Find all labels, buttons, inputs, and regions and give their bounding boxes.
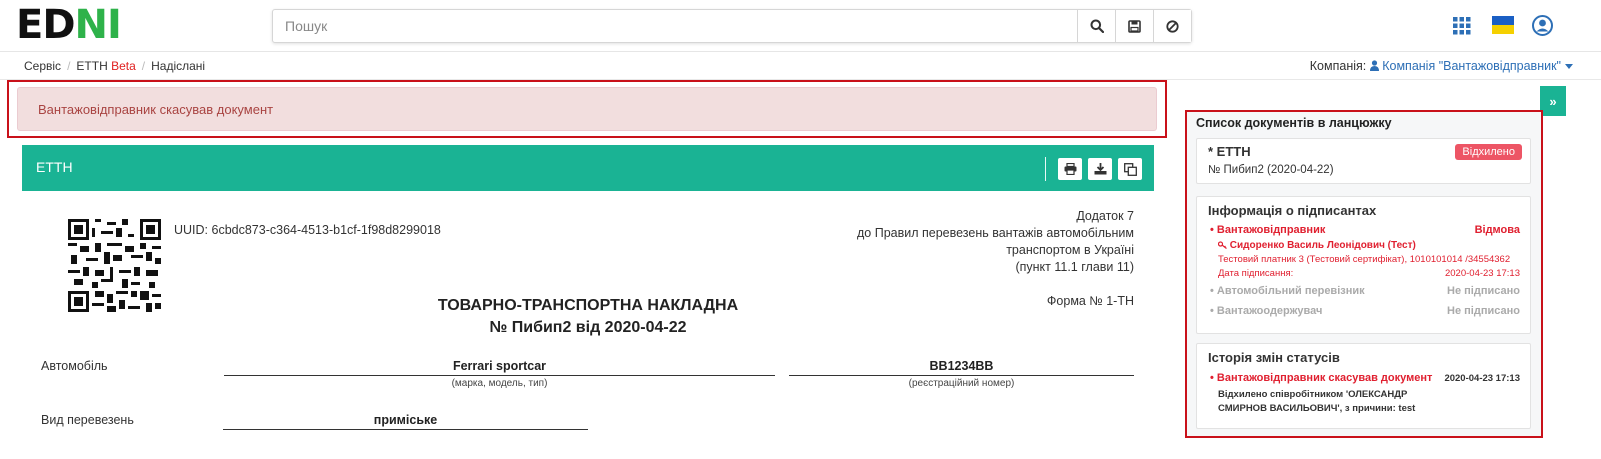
breadcrumb-service[interactable]: Сервіс [24, 59, 61, 73]
document-toolbar [1045, 157, 1142, 181]
document-title-line1: ТОВАРНО-ТРАНСПОРТНА НАКЛАДНА [437, 297, 739, 314]
signer-shipper-role: • Вантажовідправник [1210, 224, 1326, 236]
chevron-down-icon [1565, 64, 1573, 70]
save-icon [1128, 19, 1141, 33]
user-icon [1369, 60, 1379, 71]
company-label: Компанія: [1309, 59, 1367, 73]
breadcrumb: Сервіс / ЕТТН Beta / Надіслані [24, 59, 205, 73]
appendix-line: (пункт 11.1 глави 11) [1015, 260, 1134, 274]
logo-text-dark: ED [16, 2, 76, 48]
chain-document-card[interactable]: * ЕТТН Відхилено № Пибип2 (2020-04-22) [1196, 138, 1531, 184]
download-button[interactable] [1088, 158, 1112, 180]
print-icon [1064, 163, 1076, 175]
signers-card: Інформація о підписантах • Вантажовідпра… [1196, 196, 1531, 334]
breadcrumb-ettn-label: ЕТТН [76, 59, 108, 73]
appendix-line: до Правил перевезень вантажів автомобіль… [857, 226, 1134, 240]
signer-carrier-role: • Автомобільний перевізник [1210, 285, 1365, 297]
transport-type-value: приміське [223, 413, 588, 430]
sign-date-value: 2020-04-23 17:13 [1444, 268, 1520, 279]
chain-document-name: * ЕТТН [1208, 144, 1251, 159]
signer-role-text: Вантажоодержувач [1216, 305, 1323, 317]
document-panel-title: ЕТТН [36, 159, 73, 175]
qr-code-image [68, 219, 161, 312]
signer-role-text: Автомобільний перевізник [1216, 285, 1365, 297]
breadcrumb-separator: / [141, 59, 146, 73]
document-uuid: UUID: 6cbdc873-c364-4513-b1cf-1f98d82990… [174, 223, 441, 237]
breadcrumb-bar: Сервіс / ЕТТН Beta / Надіслані Компанія:… [0, 52, 1601, 80]
save-search-button[interactable] [1115, 10, 1153, 42]
document-title: ТОВАРНО-ТРАНСПОРТНА НАКЛАДНА № Пибип2 ві… [388, 295, 788, 339]
document-panel-header: ЕТТН [22, 145, 1154, 191]
toolbar-divider [1045, 157, 1046, 181]
signer-role-text: Вантажовідправник [1216, 224, 1326, 236]
history-event: • Вантажовідправник скасував документ [1210, 372, 1433, 384]
search-bar [272, 9, 1192, 43]
car-hint: (марка, модель, тип) [451, 378, 548, 389]
transport-type-label: Вид перевезень [41, 413, 134, 427]
document-chain-panel: Список документів в ланцюжку * ЕТТН Відх… [1185, 110, 1543, 438]
history-detail-line: Відхилено співробітником 'ОЛЕКСАНДР [1218, 389, 1408, 400]
breadcrumb-separator: / [67, 59, 71, 73]
chain-panel-title: Список документів в ланцюжку [1196, 116, 1392, 130]
alert-text: Вантажовідправник скасував документ [38, 102, 274, 117]
signers-title: Інформація о підписантах [1208, 203, 1377, 218]
company-selector: Компанія: Компанія "Вантажовідправник" [1310, 59, 1573, 73]
document-title-line2: № Пибип2 від 2020-04-22 [489, 319, 687, 336]
status-history-card: Історія змін статусів • Вантажовідправни… [1196, 343, 1531, 429]
appendix-line: Додаток 7 [1076, 209, 1134, 223]
apps-grid-icon[interactable] [1453, 17, 1471, 38]
print-button[interactable] [1058, 158, 1082, 180]
search-button[interactable] [1077, 10, 1115, 42]
double-chevron-right-icon: » [1549, 93, 1557, 109]
search-icon [1090, 19, 1104, 33]
appendix-line: транспортом в Україні [1006, 243, 1134, 257]
signer-certificate: Тестовий платник 3 (Тестовий сертифікат)… [1218, 254, 1511, 265]
signer-carrier-status: Не підписано [1447, 285, 1520, 297]
cancel-alert: Вантажовідправник скасував документ [17, 87, 1157, 131]
signer-consignee-status: Не підписано [1447, 305, 1520, 317]
signer-shipper-status: Відмова [1474, 224, 1520, 236]
chain-document-number: № Пибип2 (2020-04-22) [1208, 164, 1334, 176]
history-event-text: Вантажовідправник скасував документ [1216, 372, 1433, 384]
status-badge: Відхилено [1455, 144, 1522, 160]
clear-search-button[interactable] [1153, 10, 1191, 42]
copy-icon [1123, 162, 1137, 176]
sign-date-label: Дата підписання: [1218, 268, 1294, 279]
car-value: Ferrari sportcar [224, 359, 775, 376]
breadcrumb-ettn[interactable]: ЕТТН Beta [76, 59, 135, 73]
download-icon [1094, 163, 1106, 175]
ban-icon [1166, 19, 1179, 33]
company-dropdown[interactable]: Компанія "Вантажовідправник" [1369, 59, 1573, 73]
search-input[interactable] [273, 10, 1077, 42]
form-number: Форма № 1-ТН [1046, 294, 1134, 308]
signer-consignee-role: • Вантажоодержувач [1210, 305, 1323, 317]
expand-panel-button[interactable]: » [1540, 86, 1566, 116]
history-event-date: 2020-04-23 17:13 [1444, 373, 1520, 384]
company-name: Компанія "Вантажовідправник" [1382, 59, 1561, 73]
document-body: UUID: 6cbdc873-c364-4513-b1cf-1f98d82990… [22, 191, 1154, 459]
key-icon [1217, 241, 1227, 249]
top-header: ED NI [0, 0, 1601, 52]
alert-highlight-frame: Вантажовідправник скасував документ [7, 80, 1167, 138]
status-history-title: Історія змін статусів [1208, 350, 1340, 365]
history-event-detail: Відхилено співробітником 'ОЛЕКСАНДР СМИР… [1218, 388, 1415, 416]
car-label: Автомобіль [41, 359, 108, 373]
breadcrumb-sent: Надіслані [151, 59, 206, 73]
registration-number: BB1234BB [789, 359, 1134, 376]
registration-hint: (реєстраційний номер) [908, 378, 1015, 389]
signer-person: Сидоренко Василь Леонідович (Тест) [1217, 240, 1416, 251]
beta-badge: Beta [111, 59, 136, 73]
logo-text-green: NI [74, 2, 122, 48]
language-flag-icon[interactable] [1492, 16, 1514, 37]
appendix-note: Додаток 7 до Правил перевезень вантажів … [857, 208, 1134, 276]
history-detail-line: СМИРНОВ ВАСИЛЬОВИЧ', з причини: test [1218, 403, 1416, 414]
edin-logo[interactable]: ED NI [16, 2, 122, 48]
signer-person-name: Сидоренко Василь Леонідович (Тест) [1229, 240, 1416, 251]
user-profile-icon[interactable] [1532, 15, 1553, 39]
copy-button[interactable] [1118, 158, 1142, 180]
